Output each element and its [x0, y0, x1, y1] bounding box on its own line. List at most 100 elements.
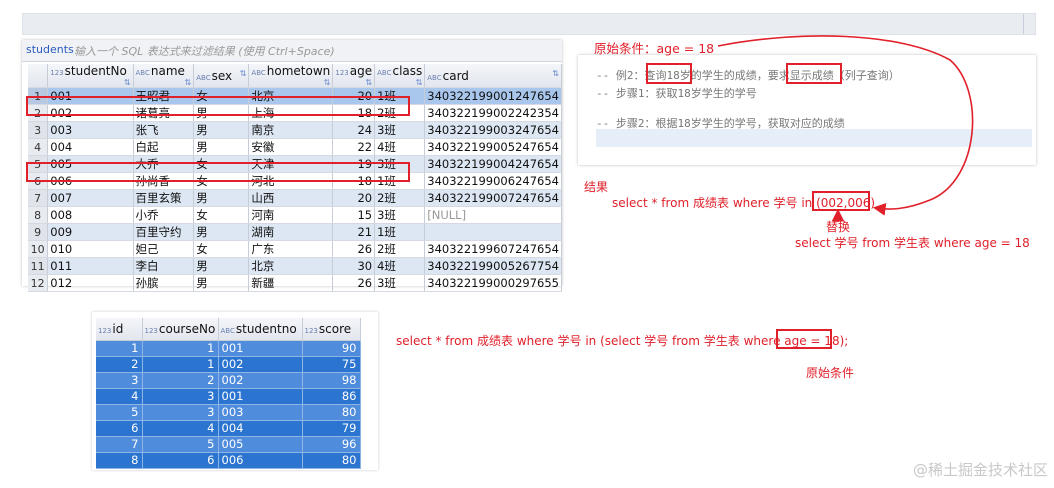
cell[interactable]: 003 — [218, 404, 303, 421]
cell[interactable]: 3班 — [374, 121, 426, 139]
cell[interactable]: 80 — [302, 404, 361, 421]
cell[interactable]: 340322199001247654 — [424, 87, 562, 105]
cell[interactable]: 009 — [47, 223, 134, 241]
cell[interactable]: 5 — [96, 404, 143, 421]
cell[interactable] — [424, 223, 562, 241]
cell[interactable]: 340322199607247654 — [424, 240, 562, 258]
cell[interactable]: 15 — [332, 206, 376, 224]
table-row[interactable]: 8 6 006 80 — [96, 452, 361, 469]
column-header-age[interactable]: 123age ⇅ — [332, 64, 376, 88]
column-header-score[interactable]: 123score — [302, 318, 361, 341]
cell[interactable]: 011 — [47, 257, 134, 275]
cell[interactable]: 75 — [302, 356, 361, 373]
sort-icon[interactable]: ⇅ — [552, 69, 559, 78]
cell[interactable]: 百里守约 — [133, 223, 195, 241]
table-row[interactable]: 1 1 001 90 — [96, 340, 361, 357]
cell[interactable]: 22 — [332, 138, 376, 156]
cell[interactable]: 003 — [47, 121, 134, 139]
table-row[interactable]: 11 011 李白男北京 30 4班 340322199005267754 — [28, 257, 562, 275]
cell[interactable]: 1 — [142, 356, 219, 373]
cell[interactable]: 男 — [193, 121, 250, 139]
cell[interactable]: 007 — [47, 189, 134, 207]
cell[interactable]: 2班 — [374, 240, 426, 258]
cell[interactable]: 340322199005267754 — [424, 257, 562, 275]
cell[interactable]: 4 — [96, 388, 143, 405]
cell[interactable]: 2 — [142, 372, 219, 389]
column-header-class[interactable]: ABCclass ⇅ — [374, 64, 426, 88]
cell[interactable]: 3 — [142, 388, 219, 405]
table-row[interactable]: 2 1 002 75 — [96, 356, 361, 373]
cell[interactable]: 002 — [218, 356, 303, 373]
table-row[interactable]: 7 007 百里玄策男山西 20 2班 340322199007247654 — [28, 189, 562, 207]
column-header-id[interactable]: 123id — [96, 318, 143, 341]
cell[interactable]: 20 — [332, 189, 376, 207]
cell[interactable]: 4班 — [374, 257, 426, 275]
cell[interactable]: 小乔 — [133, 206, 195, 224]
cell[interactable]: 6 — [142, 452, 219, 469]
table-row[interactable]: 12 012 孙膑男新疆 26 3班 340322199000297655 — [28, 274, 562, 292]
cell[interactable]: 北京 — [248, 257, 334, 275]
cell[interactable]: 安徽 — [248, 138, 334, 156]
cell[interactable]: 女 — [193, 240, 250, 258]
cell[interactable]: 2班 — [374, 189, 426, 207]
cell[interactable]: 孙膑 — [133, 274, 195, 292]
sort-icon[interactable]: ⇅ — [416, 78, 423, 87]
cell[interactable]: 90 — [302, 340, 361, 357]
cell[interactable]: 1 — [96, 340, 143, 357]
table-row[interactable]: 8 008 小乔女河南 15 3班 [NULL] — [28, 206, 562, 224]
cell[interactable]: 012 — [47, 274, 134, 292]
cell[interactable]: 008 — [47, 206, 134, 224]
cell[interactable]: 001 — [218, 340, 303, 357]
column-header-sex[interactable]: ABCsex ⇅ — [193, 64, 250, 88]
cell[interactable]: 湖南 — [248, 223, 334, 241]
cell[interactable]: 白起 — [133, 138, 195, 156]
cell[interactable]: 4班 — [374, 138, 426, 156]
cell[interactable]: 1 — [142, 340, 219, 357]
cell[interactable]: 广东 — [248, 240, 334, 258]
cell[interactable]: 010 — [47, 240, 134, 258]
sort-icon[interactable]: ⇅ — [185, 78, 192, 87]
table-row[interactable]: 4 004 白起男安徽 22 4班 340322199005247654 — [28, 138, 562, 156]
cell[interactable]: 8 — [96, 452, 143, 469]
filter-input[interactable]: 输入一个 SQL 表达式来过滤结果 (使用 Ctrl+Space) — [74, 43, 335, 59]
cell[interactable]: 80 — [302, 452, 361, 469]
cell[interactable]: 南京 — [248, 121, 334, 139]
table-row[interactable]: 3 003 张飞男南京 24 3班 340322199003247654 — [28, 121, 562, 139]
sort-icon[interactable]: ⇅ — [124, 78, 131, 87]
cell[interactable]: 004 — [218, 420, 303, 437]
cell[interactable]: 340322199002242354 — [424, 104, 562, 122]
cell[interactable]: 3班 — [374, 206, 426, 224]
cell[interactable]: 24 — [332, 121, 376, 139]
cell[interactable]: 006 — [218, 452, 303, 469]
cell[interactable]: 李白 — [133, 257, 195, 275]
column-header-studentno[interactable]: ABCstudentno — [218, 318, 303, 341]
sort-icon[interactable]: ⇅ — [240, 69, 247, 78]
cell[interactable]: 山西 — [248, 189, 334, 207]
cell[interactable]: [NULL] — [424, 206, 562, 224]
table-row[interactable]: 10 010 妲己女广东 26 2班 340322199607247654 — [28, 240, 562, 258]
cell[interactable]: 340322199005247654 — [424, 138, 562, 156]
cell[interactable]: 4 — [142, 420, 219, 437]
cell[interactable]: 21 — [332, 223, 376, 241]
cell[interactable]: 男 — [193, 257, 250, 275]
column-header-courseno[interactable]: 123courseNo — [142, 318, 219, 341]
column-header-name[interactable]: ABCname ⇅ — [133, 64, 195, 88]
cell[interactable]: 妲己 — [133, 240, 195, 258]
cell[interactable]: 86 — [302, 388, 361, 405]
cell[interactable]: 3 — [142, 404, 219, 421]
table-row[interactable]: 4 3 001 86 — [96, 388, 361, 405]
cell[interactable]: 男 — [193, 138, 250, 156]
sort-icon[interactable]: ⇅ — [324, 78, 331, 87]
sort-icon[interactable]: ⇅ — [365, 78, 372, 87]
table-row[interactable]: 6 4 004 79 — [96, 420, 361, 437]
cell[interactable]: 002 — [218, 372, 303, 389]
cell[interactable]: 男 — [193, 223, 250, 241]
cell[interactable]: 男 — [193, 274, 250, 292]
cell[interactable]: 340322199007247654 — [424, 189, 562, 207]
cell[interactable]: 30 — [332, 257, 376, 275]
cell[interactable]: 新疆 — [248, 274, 334, 292]
cell[interactable]: 6 — [96, 420, 143, 437]
column-header-card[interactable]: ABCcard ⇅ — [424, 64, 562, 88]
cell[interactable]: 26 — [332, 274, 376, 292]
cell[interactable]: 340322199006247654 — [424, 172, 562, 190]
